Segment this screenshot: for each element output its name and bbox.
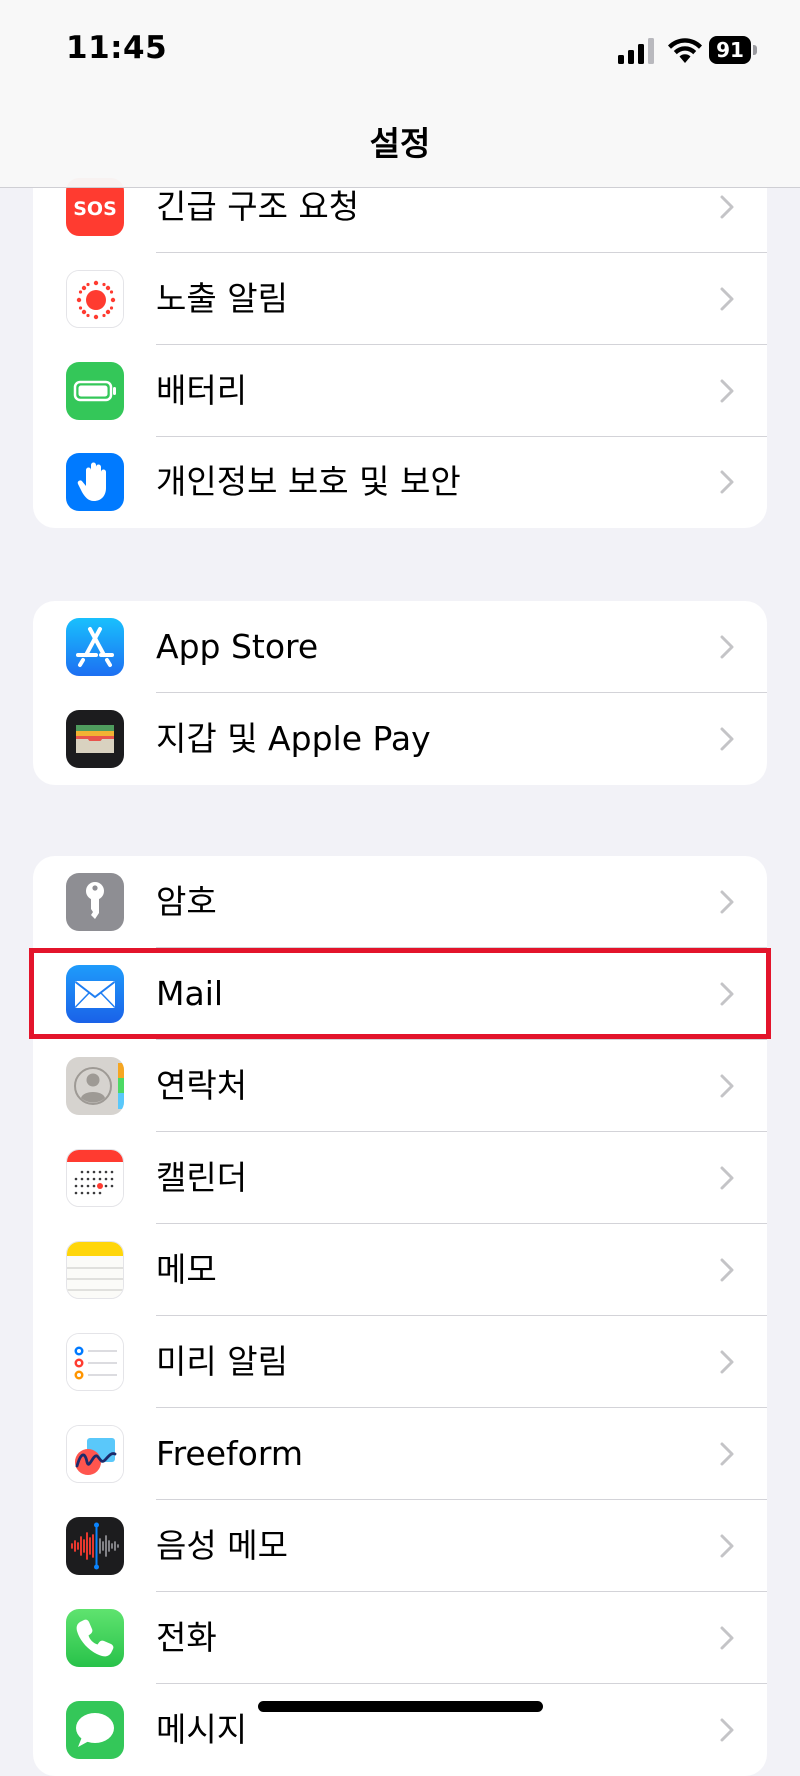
row-label: 배터리 — [156, 371, 248, 410]
phone-icon — [66, 1609, 124, 1667]
settings-row-phone[interactable]: 전화 — [33, 1592, 767, 1684]
chevron-right-icon — [720, 1258, 734, 1282]
battery-tip — [753, 45, 757, 55]
reminders-icon — [66, 1333, 124, 1391]
chevron-right-icon — [720, 195, 734, 219]
svg-text:SOS: SOS — [73, 198, 117, 220]
settings-group-2: App Store 지갑 및 Apple Pay — [33, 601, 767, 785]
settings-row-contacts[interactable]: 연락처 — [33, 1040, 767, 1132]
status-bar: 11:45 91 — [0, 0, 800, 100]
wallet-icon — [66, 710, 124, 768]
battery-indicator: 91 — [709, 36, 757, 64]
chevron-right-icon — [720, 1718, 734, 1742]
chevron-right-icon — [720, 1626, 734, 1650]
row-label: 메모 — [156, 1250, 217, 1289]
row-label: 연락처 — [156, 1066, 248, 1105]
settings-row-reminders[interactable]: 미리 알림 — [33, 1316, 767, 1408]
settings-row-freeform[interactable]: Freeform — [33, 1408, 767, 1500]
row-label: 암호 — [156, 882, 217, 921]
exposure-notification-icon — [66, 270, 124, 328]
row-label: App Store — [156, 627, 319, 666]
settings-row-notes[interactable]: 메모 — [33, 1224, 767, 1316]
settings-row-messages[interactable]: 메시지 — [33, 1684, 767, 1776]
mail-highlight-box — [29, 948, 771, 1039]
row-label: 메시지 — [156, 1710, 248, 1749]
chevron-right-icon — [720, 1074, 734, 1098]
chevron-right-icon — [720, 1350, 734, 1374]
messages-icon — [66, 1701, 124, 1759]
row-label: 전화 — [156, 1618, 217, 1657]
row-label: 지갑 및 Apple Pay — [156, 719, 431, 758]
key-icon — [66, 873, 124, 931]
chevron-right-icon — [720, 1166, 734, 1190]
battery-icon — [66, 362, 124, 420]
chevron-right-icon — [720, 727, 734, 751]
voice-memos-icon — [66, 1517, 124, 1575]
freeform-icon — [66, 1425, 124, 1483]
chevron-right-icon — [720, 890, 734, 914]
settings-row-privacy-security[interactable]: 개인정보 보호 및 보안 — [33, 436, 767, 528]
row-label: 미리 알림 — [156, 1342, 288, 1381]
chevron-right-icon — [720, 1442, 734, 1466]
settings-row-app-store[interactable]: App Store — [33, 601, 767, 693]
app-store-icon — [66, 618, 124, 676]
settings-row-battery[interactable]: 배터리 — [33, 345, 767, 437]
settings-row-exposure-notifications[interactable]: 노출 알림 — [33, 253, 767, 345]
settings-row-voice-memos[interactable]: 음성 메모 — [33, 1500, 767, 1592]
contacts-icon — [66, 1057, 124, 1115]
settings-row-passwords[interactable]: 암호 — [33, 856, 767, 948]
wifi-icon — [668, 38, 702, 63]
row-label: 캘린더 — [156, 1158, 248, 1197]
chevron-right-icon — [720, 379, 734, 403]
cellular-signal-icon — [618, 38, 654, 64]
settings-group-1: SOS 긴급 구조 요청 노출 알림 배터리 개인정보 보호 및 보안 — [33, 160, 767, 528]
chevron-right-icon — [720, 470, 734, 494]
chevron-right-icon — [720, 635, 734, 659]
privacy-hand-icon — [66, 453, 124, 511]
page-title: 설정 — [369, 124, 431, 163]
chevron-right-icon — [720, 1534, 734, 1558]
settings-row-calendar[interactable]: 캘린더 — [33, 1132, 767, 1224]
row-label: 음성 메모 — [156, 1526, 288, 1565]
row-label: 노출 알림 — [156, 279, 288, 318]
row-label: 개인정보 보호 및 보안 — [156, 462, 461, 501]
row-label: Freeform — [156, 1434, 303, 1473]
chevron-right-icon — [720, 287, 734, 311]
settings-row-wallet[interactable]: 지갑 및 Apple Pay — [33, 693, 767, 785]
status-time: 11:45 — [66, 30, 168, 66]
battery-level: 91 — [709, 36, 751, 64]
notes-icon — [66, 1241, 124, 1299]
home-indicator[interactable] — [258, 1701, 543, 1712]
calendar-icon — [66, 1149, 124, 1207]
